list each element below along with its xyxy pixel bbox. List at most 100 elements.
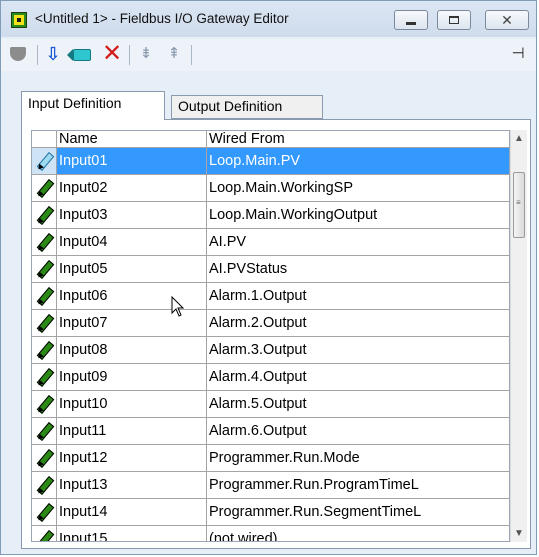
tab-input-definition[interactable]: Input Definition [21,91,165,120]
down-arrow-icon: ⇩ [45,44,61,64]
row-edit-cell[interactable] [32,256,57,282]
collapse-icon: ⇞ [167,45,181,62]
table-row[interactable]: Input10 Alarm.5.Output [32,391,509,418]
table-row[interactable]: Input03 Loop.Main.WorkingOutput [32,202,509,229]
scroll-down-arrow-icon[interactable]: ▼ [511,525,527,542]
download-button[interactable]: ⇩ [45,43,61,65]
row-edit-cell[interactable] [32,445,57,471]
row-edit-cell[interactable] [32,202,57,228]
name-cell[interactable]: Input01 [57,148,207,174]
expand-button[interactable]: ⇟ [135,43,157,65]
pencil-icon [36,208,52,224]
pencil-icon [36,343,52,359]
row-edit-cell[interactable] [32,337,57,363]
table-row[interactable]: Input14 Programmer.Run.SegmentTimeL [32,499,509,526]
delete-button[interactable]: ✕ [101,40,123,67]
toolbar-separator [129,45,130,65]
wired-from-cell[interactable]: Programmer.Run.ProgramTimeL [207,472,509,498]
name-cell[interactable]: Input11 [57,418,207,444]
pin-icon: ⊣ [511,45,525,62]
table-row[interactable]: Input06 Alarm.1.Output [32,283,509,310]
name-cell[interactable]: Input03 [57,202,207,228]
row-edit-cell[interactable] [32,391,57,417]
app-icon [11,12,27,28]
scroll-up-arrow-icon[interactable]: ▲ [511,130,527,147]
pencil-icon [36,262,52,278]
grid-header: Name Wired From [32,131,509,148]
shield-button[interactable] [9,45,29,67]
pencil-icon [36,451,52,467]
close-button[interactable]: ✕ [485,10,529,30]
wired-from-cell[interactable]: Programmer.Run.Mode [207,445,509,471]
grip-icon: ≡ [516,198,521,207]
row-edit-cell[interactable] [32,418,57,444]
maximize-button[interactable] [437,10,471,30]
wired-from-cell[interactable]: Programmer.Run.SegmentTimeL [207,499,509,525]
row-edit-cell[interactable] [32,148,57,174]
scroll-thumb[interactable]: ≡ [513,172,525,238]
name-cell[interactable]: Input14 [57,499,207,525]
shield-icon [10,47,26,61]
column-header-name[interactable]: Name [57,131,207,147]
pencil-icon [36,478,52,494]
close-icon: ✕ [501,12,513,28]
table-row[interactable]: Input01 Loop.Main.PV [32,148,509,175]
wired-from-cell[interactable]: Loop.Main.WorkingOutput [207,202,509,228]
row-edit-cell[interactable] [32,283,57,309]
wired-from-cell[interactable]: AI.PVStatus [207,256,509,282]
name-cell[interactable]: Input12 [57,445,207,471]
table-row[interactable]: Input04 AI.PV [32,229,509,256]
delete-icon: ✕ [101,40,123,67]
header-icon-column [32,131,57,147]
name-cell[interactable]: Input09 [57,364,207,390]
column-header-wired-from[interactable]: Wired From [207,131,509,147]
collapse-button[interactable]: ⇞ [163,43,185,65]
table-row[interactable]: Input12 Programmer.Run.Mode [32,445,509,472]
wired-from-cell[interactable]: (not wired) [207,526,509,541]
title-bar[interactable]: <Untitled 1> - Fieldbus I/O Gateway Edit… [1,1,536,37]
table-row[interactable]: Input05 AI.PVStatus [32,256,509,283]
wired-from-cell[interactable]: Alarm.6.Output [207,418,509,444]
table-row[interactable]: Input09 Alarm.4.Output [32,364,509,391]
tab-output-definition[interactable]: Output Definition [171,95,323,119]
row-edit-cell[interactable] [32,229,57,255]
vertical-scrollbar[interactable]: ▲ ≡ ▼ [510,130,527,542]
wired-from-cell[interactable]: Alarm.4.Output [207,364,509,390]
table-row[interactable]: Input13 Programmer.Run.ProgramTimeL [32,472,509,499]
row-edit-cell[interactable] [32,364,57,390]
wired-from-cell[interactable]: Loop.Main.PV [207,148,509,174]
wired-from-cell[interactable]: Alarm.2.Output [207,310,509,336]
row-edit-cell[interactable] [32,472,57,498]
wired-from-cell[interactable]: AI.PV [207,229,509,255]
wired-from-cell[interactable]: Alarm.3.Output [207,337,509,363]
name-cell[interactable]: Input05 [57,256,207,282]
name-cell[interactable]: Input15 [57,526,207,541]
name-cell[interactable]: Input08 [57,337,207,363]
name-cell[interactable]: Input10 [57,391,207,417]
table-row[interactable]: Input02 Loop.Main.WorkingSP [32,175,509,202]
tag-button[interactable] [67,43,93,65]
row-edit-cell[interactable] [32,499,57,525]
table-row[interactable]: Input07 Alarm.2.Output [32,310,509,337]
pin-button[interactable]: ⊣ [507,43,529,65]
row-edit-cell[interactable] [32,310,57,336]
minimize-icon [406,22,416,25]
wired-from-cell[interactable]: Loop.Main.WorkingSP [207,175,509,201]
row-edit-cell[interactable] [32,526,57,541]
name-cell[interactable]: Input04 [57,229,207,255]
pencil-icon [36,154,52,170]
tab-panel: Name Wired From Input01 Loop.Main.PV Input… [21,119,531,549]
tag-icon [67,49,91,61]
wired-from-cell[interactable]: Alarm.1.Output [207,283,509,309]
table-row[interactable]: Input11 Alarm.6.Output [32,418,509,445]
name-cell[interactable]: Input02 [57,175,207,201]
pencil-icon [36,532,52,541]
wired-from-cell[interactable]: Alarm.5.Output [207,391,509,417]
name-cell[interactable]: Input13 [57,472,207,498]
editor-window: <Untitled 1> - Fieldbus I/O Gateway Edit… [0,0,537,555]
table-row[interactable]: Input15 (not wired) [32,526,509,541]
table-row[interactable]: Input08 Alarm.3.Output [32,337,509,364]
minimize-button[interactable] [394,10,428,30]
row-edit-cell[interactable] [32,175,57,201]
pencil-icon [36,181,52,197]
